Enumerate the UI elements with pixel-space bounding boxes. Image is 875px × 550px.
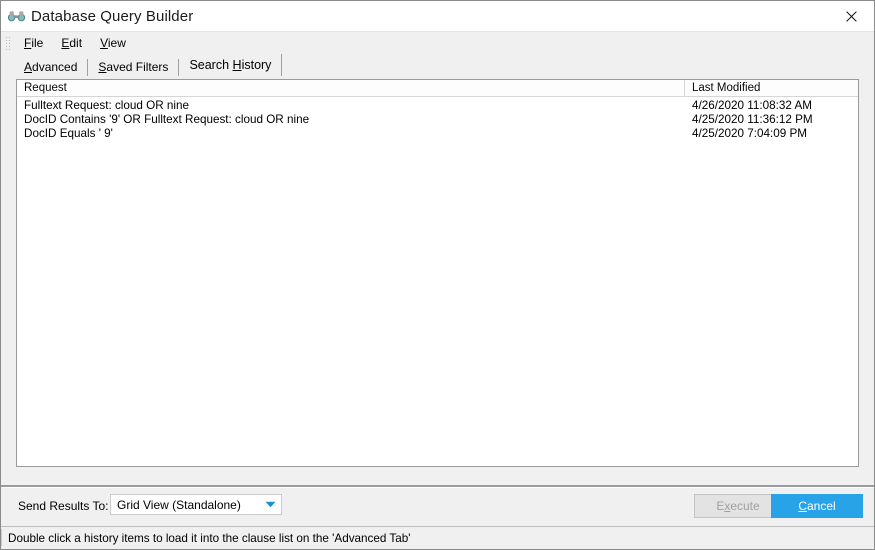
send-results-value: Grid View (Standalone) xyxy=(117,497,241,512)
cell-request: DocID Contains '9' OR Fulltext Request: … xyxy=(24,113,310,126)
cell-last-modified: 4/25/2020 11:36:12 PM xyxy=(692,113,813,126)
tab-strip: Advanced Saved Filters Search History xyxy=(1,54,874,76)
history-list-panel: Request Last Modified Fulltext Request: … xyxy=(16,79,859,467)
execute-button[interactable]: Execute xyxy=(694,494,782,518)
main-content: Request Last Modified Fulltext Request: … xyxy=(1,76,874,488)
send-results-dropdown[interactable]: Grid View (Standalone) xyxy=(110,494,282,515)
history-list-body: Fulltext Request: cloud OR nine 4/26/202… xyxy=(17,97,858,141)
binoculars-icon xyxy=(8,8,25,24)
menu-item-file[interactable]: File xyxy=(15,34,52,52)
chevron-down-icon xyxy=(259,501,281,508)
table-row[interactable]: DocID Contains '9' OR Fulltext Request: … xyxy=(17,113,858,127)
cancel-button[interactable]: Cancel xyxy=(771,494,863,518)
cell-request: Fulltext Request: cloud OR nine xyxy=(24,99,190,112)
window-title: Database Query Builder xyxy=(31,7,194,25)
list-column-headers: Request Last Modified xyxy=(17,80,858,97)
menu-bar: File Edit View xyxy=(1,31,874,54)
tab-search-history[interactable]: Search History xyxy=(179,54,283,76)
status-bar-edge xyxy=(1,529,2,546)
send-results-label: Send Results To: xyxy=(18,499,109,513)
tab-saved-filters[interactable]: Saved Filters xyxy=(88,59,180,76)
table-row[interactable]: Fulltext Request: cloud OR nine 4/26/202… xyxy=(17,99,858,113)
column-header-last-modified[interactable]: Last Modified xyxy=(685,80,858,96)
table-row[interactable]: DocID Equals ' 9' 4/25/2020 7:04:09 PM xyxy=(17,127,858,141)
status-bar: Double click a history items to load it … xyxy=(1,526,874,549)
cell-last-modified: 4/25/2020 7:04:09 PM xyxy=(692,127,808,140)
cell-last-modified: 4/26/2020 11:08:32 AM xyxy=(692,99,813,112)
close-icon[interactable] xyxy=(828,1,874,31)
tab-advanced[interactable]: Advanced xyxy=(14,59,89,76)
cell-request: DocID Equals ' 9' xyxy=(24,127,113,140)
status-bar-text: Double click a history items to load it … xyxy=(8,531,411,545)
cancel-button-label: Cancel xyxy=(798,499,836,513)
menu-item-view[interactable]: View xyxy=(91,34,135,52)
menu-item-edit[interactable]: Edit xyxy=(52,34,91,52)
bottom-bar: Send Results To: Grid View (Standalone) … xyxy=(1,488,874,526)
execute-button-label: Execute xyxy=(716,499,760,513)
application-window: Database Query Builder File Edit View Ad… xyxy=(0,0,875,550)
column-header-request[interactable]: Request xyxy=(17,80,685,96)
title-bar: Database Query Builder xyxy=(1,1,874,31)
menu-grip-handle[interactable] xyxy=(4,35,12,51)
